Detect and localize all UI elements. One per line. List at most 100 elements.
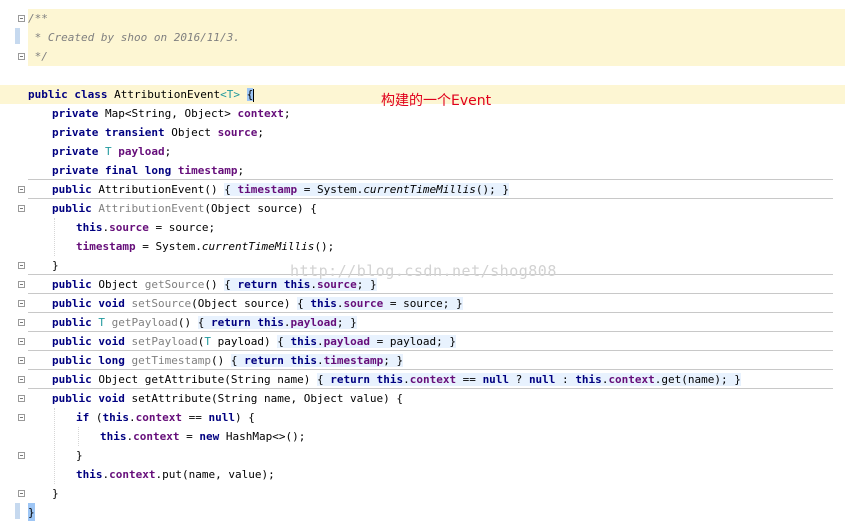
kw-private: private [52, 126, 99, 139]
kw-new: new [199, 430, 220, 443]
field-source: private transient Object source; [52, 126, 264, 139]
code-line[interactable]: private T payload; [0, 142, 845, 161]
field-context: private Map<String, Object> context; [52, 107, 291, 120]
method-name: getTimestamp [131, 354, 211, 367]
folded-body: { this.source = source; } [297, 297, 463, 310]
if-statement: if (this.context == null) { [76, 411, 255, 424]
code-text: = System. [135, 240, 202, 253]
method-params: (String name) [224, 373, 311, 386]
code-text: (); [314, 240, 335, 253]
text-cursor [253, 88, 255, 102]
field-name: payload [118, 145, 165, 158]
kw-private: private [52, 107, 99, 120]
kw-public: public [28, 88, 68, 101]
kw-public: public [52, 392, 92, 405]
code-line[interactable]: } [0, 503, 845, 521]
class-close-brace: } [28, 503, 35, 521]
code-line[interactable]: } [0, 484, 845, 503]
kw-return: return [210, 316, 251, 329]
code-line[interactable]: * Created by shoo on 2016/11/3. [0, 28, 845, 47]
class-name: AttributionEvent [114, 88, 221, 101]
code-line[interactable]: public long getTimestamp() { return this… [0, 351, 845, 370]
method-name: setAttribute [131, 392, 211, 405]
code-text: ) { [234, 411, 255, 424]
field-payload: private T payload; [52, 145, 172, 158]
method-call: currentTimeMillis [201, 240, 315, 253]
field-ref: source [343, 297, 384, 310]
field-ref: timestamp [237, 183, 298, 196]
method-params: (Object source) [191, 297, 291, 310]
code-line[interactable]: public Object getAttribute(String name) … [0, 370, 845, 389]
statement: this.context = new HashMap<>(); [100, 430, 306, 443]
kw-void: void [98, 297, 125, 310]
statement: timestamp = System.currentTimeMillis(); [76, 237, 334, 256]
code-line[interactable]: public void setPayload(T payload) { this… [0, 332, 845, 351]
field-ref: timestamp [76, 240, 136, 253]
code-line[interactable]: private final long timestamp; [0, 161, 845, 180]
code-text: HashMap<>(); [219, 430, 306, 443]
code-line[interactable]: */ [0, 47, 845, 66]
method-name: setSource [131, 297, 192, 310]
kw-public: public [52, 373, 92, 386]
kw-public: public [52, 183, 92, 196]
code-line[interactable]: } [0, 446, 845, 465]
return-type: Object [98, 278, 139, 291]
class-open-brace: { [246, 88, 254, 101]
code-text: (); [475, 183, 496, 196]
type-param: <T> [220, 88, 240, 101]
param-type: T [204, 335, 211, 348]
kw-transient: transient [104, 126, 165, 139]
kw-public: public [52, 316, 92, 329]
kw-public: public [52, 202, 92, 215]
code-line[interactable]: this.context.put(name, value); [0, 465, 845, 484]
kw-return: return [330, 373, 370, 386]
method-getAttribute: public Object getAttribute(String name) … [52, 370, 741, 389]
comment-body: * Created by shoo on 2016/11/3. [28, 31, 240, 44]
return-type: T [98, 316, 105, 329]
field-ref: context [409, 373, 457, 386]
code-line[interactable]: public T getPayload() { return this.payl… [0, 313, 845, 332]
kw-this: this [575, 373, 602, 386]
kw-this: this [100, 430, 127, 443]
constructor-source: public AttributionEvent(Object source) { [52, 199, 317, 218]
method-name: AttributionEvent() [98, 183, 218, 196]
kw-return: return [244, 354, 284, 367]
field-name: timestamp [177, 164, 238, 177]
code-line[interactable]: this.context = new HashMap<>(); [0, 427, 845, 446]
code-line[interactable]: if (this.context == null) { [0, 408, 845, 427]
code-text: : [555, 373, 576, 386]
method-setPayload: public void setPayload(T payload) { this… [52, 332, 457, 351]
method-name: getSource [144, 278, 205, 291]
kw-public: public [52, 278, 92, 291]
field-timestamp: private final long timestamp; [52, 164, 245, 177]
field-ref: payload [290, 316, 337, 329]
constructor-default: public AttributionEvent() { timestamp = … [52, 180, 510, 199]
comment-open: /** [28, 12, 48, 25]
return-type: Object [98, 373, 139, 386]
code-text: payload) [210, 335, 271, 348]
close-brace: } [52, 487, 59, 500]
method-params: (String name, Object value) { [210, 392, 404, 405]
code-line[interactable]: public void setAttribute(String name, Ob… [0, 389, 845, 408]
code-line[interactable]: this.source = source; [0, 218, 845, 237]
kw-this: this [290, 354, 317, 367]
kw-null: null [208, 411, 235, 424]
code-line[interactable]: public AttributionEvent(Object source) { [0, 199, 845, 218]
field-ref: source [109, 221, 149, 234]
kw-private: private [52, 164, 99, 177]
kw-this: this [290, 335, 317, 348]
close-brace: } [52, 259, 59, 272]
kw-private: private [52, 145, 99, 158]
code-line[interactable]: timestamp = System.currentTimeMillis(); [0, 237, 845, 256]
annotation-label: 构建的一个Event [381, 93, 492, 109]
code-text: = System. [297, 183, 364, 196]
code-line[interactable]: private transient Object source; [0, 123, 845, 142]
code-text: == [181, 411, 209, 424]
code-line[interactable]: /** [0, 9, 845, 28]
code-line[interactable]: public void setSource(Object source) { t… [0, 294, 845, 313]
code-editor[interactable]: /** * Created by shoo on 2016/11/3. */ p… [0, 0, 845, 521]
code-line[interactable]: public AttributionEvent() { timestamp = … [0, 180, 845, 199]
kw-this: this [257, 316, 284, 329]
method-params: (Object source) { [204, 202, 317, 215]
kw-long: long [144, 164, 172, 177]
